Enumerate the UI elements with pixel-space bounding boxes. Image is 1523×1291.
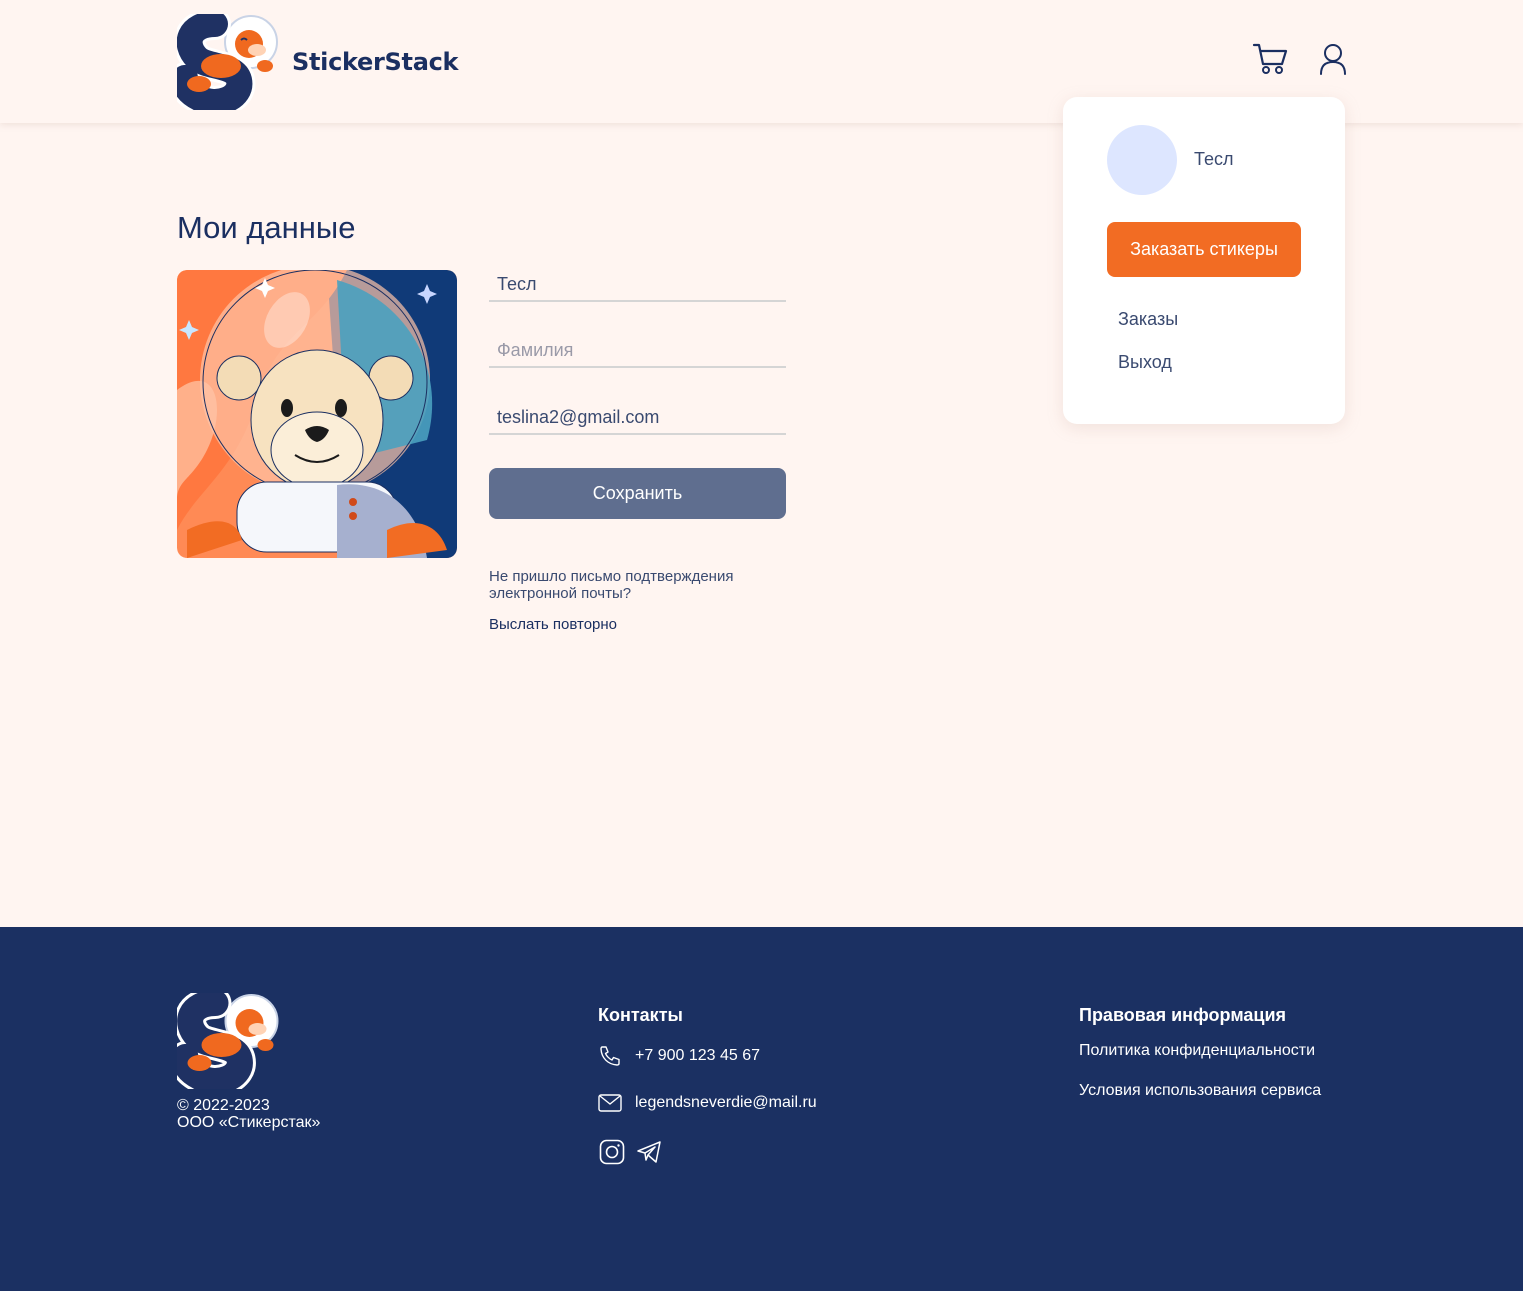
email-link[interactable]: legendsneverdie@mail.ru (598, 1093, 817, 1113)
email-address: legendsneverdie@mail.ru (635, 1094, 817, 1111)
email-confirmation-note: Не пришло письмо подтверждения электронн… (489, 568, 734, 602)
privacy-policy-link[interactable]: Политика конфиденциальности (1079, 1042, 1315, 1060)
first-name-field[interactable] (489, 269, 786, 302)
mail-icon (598, 1094, 622, 1112)
first-name-input[interactable] (489, 269, 786, 299)
page-title: Мои данные (177, 210, 356, 245)
cart-icon[interactable] (1252, 42, 1288, 76)
save-button[interactable]: Сохранить (489, 468, 786, 519)
terms-of-service-link[interactable]: Условия использования сервиса (1079, 1082, 1321, 1100)
resend-email-link[interactable]: Выслать повторно (489, 616, 617, 633)
email-field[interactable] (489, 402, 786, 435)
last-name-input[interactable] (489, 335, 786, 365)
user-icon[interactable] (1318, 43, 1348, 75)
phone-number: +7 900 123 45 67 (635, 1047, 761, 1064)
avatar (1107, 125, 1177, 195)
logout-link[interactable]: Выход (1118, 352, 1172, 373)
email-input[interactable] (489, 402, 786, 432)
footer-copyright: © 2022-2023 ООО «Стикерстак» (177, 1097, 320, 1131)
company-name: ООО «Стикерстак» (177, 1114, 321, 1131)
profile-picture[interactable] (177, 270, 457, 558)
phone-icon (600, 1046, 620, 1066)
footer-logo-icon[interactable] (177, 993, 281, 1089)
logo-text: StickerStack (292, 48, 459, 76)
last-name-field[interactable] (489, 335, 786, 368)
site-footer: © 2022-2023 ООО «Стикерстак» Контакты +7… (0, 927, 1523, 1291)
contacts-title: Контакты (598, 1005, 683, 1025)
order-stickers-button[interactable]: Заказать стикеры (1107, 222, 1301, 277)
telegram-icon[interactable] (636, 1139, 662, 1165)
instagram-icon[interactable] (599, 1139, 625, 1165)
logo-link[interactable]: StickerStack (177, 14, 458, 110)
copyright-years: © 2022-2023 (177, 1097, 270, 1114)
user-dropdown-menu: Тесл Заказать стикеры Заказы Выход (1063, 97, 1345, 424)
legal-info-title: Правовая информация (1079, 1005, 1287, 1025)
logo-mascot-icon (177, 14, 278, 110)
orders-link[interactable]: Заказы (1118, 309, 1178, 330)
phone-link[interactable]: +7 900 123 45 67 (598, 1044, 760, 1068)
user-name: Тесл (1194, 149, 1234, 169)
